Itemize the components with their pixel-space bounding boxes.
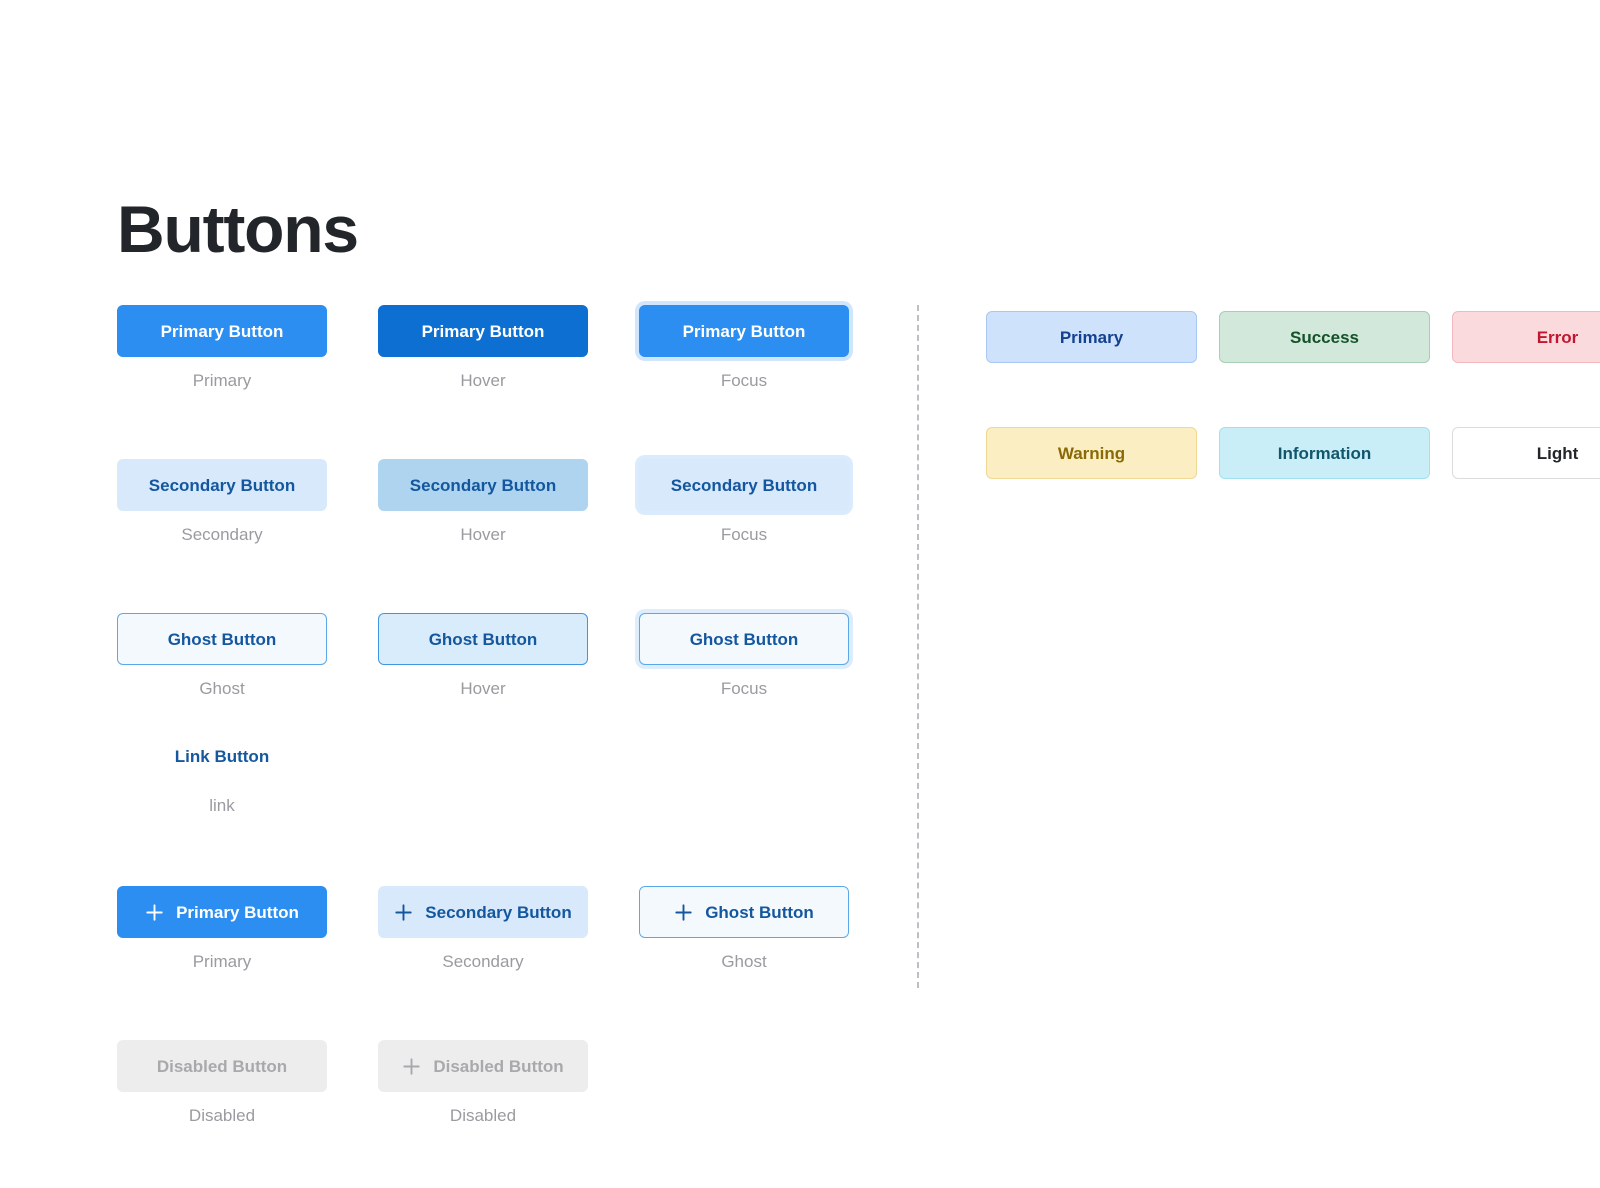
row-spacer xyxy=(117,389,907,459)
button-row-link: Link Button link xyxy=(117,730,907,815)
plus-icon xyxy=(394,903,413,922)
button-cell: Primary Button Hover xyxy=(378,305,588,389)
button-label: Ghost Button xyxy=(428,629,538,649)
button-cell: Secondary Button Hover xyxy=(378,459,588,543)
button-label: Primary Button xyxy=(160,321,284,341)
button-label: Primary Button xyxy=(682,321,806,341)
row-spacer xyxy=(117,814,907,886)
button-row-ghost-states: Ghost Button Ghost Ghost Button Hover Gh… xyxy=(117,613,907,697)
button-label: Ghost Button xyxy=(705,902,814,922)
button-cell: Ghost Button Ghost xyxy=(639,886,849,970)
primary-button-with-icon[interactable]: Primary Button xyxy=(117,886,327,938)
button-label: Primary Button xyxy=(176,902,299,922)
status-badge-label: Success xyxy=(1290,327,1359,347)
button-label: Ghost Button xyxy=(167,629,277,649)
status-badge-row: Primary Success Error xyxy=(986,311,1600,363)
button-cell: Primary Button Primary xyxy=(117,886,327,970)
button-caption: Hover xyxy=(460,679,506,698)
button-caption: Focus xyxy=(720,371,768,390)
primary-button-focus[interactable]: Primary Button xyxy=(639,305,849,357)
status-badge-success[interactable]: Success xyxy=(1219,311,1430,363)
ghost-button-hover[interactable]: Ghost Button xyxy=(378,613,588,665)
button-cell: Secondary Button Secondary xyxy=(378,886,588,970)
button-caption: Focus xyxy=(720,525,768,544)
status-badge-information[interactable]: Information xyxy=(1219,427,1430,479)
button-caption: Focus xyxy=(720,679,768,698)
button-row-icon-buttons: Primary Button Primary Secondary Button … xyxy=(117,886,907,970)
button-cell: Link Button link xyxy=(117,730,327,815)
plus-icon xyxy=(145,903,164,922)
button-cell: Secondary Button Secondary xyxy=(117,459,327,543)
button-caption: Disabled xyxy=(188,1106,256,1125)
ghost-button-default[interactable]: Ghost Button xyxy=(117,613,327,665)
status-badge-primary[interactable]: Primary xyxy=(986,311,1197,363)
status-badge-label: Error xyxy=(1536,327,1579,347)
status-badge-row: Warning Information Light xyxy=(986,427,1600,479)
row-spacer xyxy=(117,697,907,730)
button-caption: Primary xyxy=(192,952,252,971)
button-caption: Secondary xyxy=(442,952,524,971)
primary-button-hover[interactable]: Primary Button xyxy=(378,305,588,357)
status-badge-label: Light xyxy=(1536,443,1579,463)
status-badge-label: Warning xyxy=(1057,443,1126,463)
button-cell: Disabled Button Disabled xyxy=(378,1040,588,1124)
status-badge-light[interactable]: Light xyxy=(1452,427,1600,479)
button-cell: Secondary Button Focus xyxy=(639,459,849,543)
button-caption: Primary xyxy=(192,371,252,390)
button-label: Disabled Button xyxy=(433,1056,564,1076)
status-badge-label: Primary xyxy=(1059,327,1124,347)
button-label: Disabled Button xyxy=(156,1056,288,1076)
buttons-style-guide-page: Buttons Primary Button Primary Primary B… xyxy=(0,0,1600,1188)
button-label: Primary Button xyxy=(421,321,545,341)
link-button[interactable]: Link Button xyxy=(117,730,327,782)
button-caption: Secondary xyxy=(181,525,263,544)
button-caption: Disabled xyxy=(449,1106,517,1125)
disabled-button-with-icon: Disabled Button xyxy=(378,1040,588,1092)
button-label: Link Button xyxy=(174,746,270,766)
button-caption: Ghost xyxy=(721,952,767,971)
ghost-button-focus[interactable]: Ghost Button xyxy=(639,613,849,665)
button-cell: Primary Button Primary xyxy=(117,305,327,389)
button-label: Secondary Button xyxy=(670,475,818,495)
button-label: Secondary Button xyxy=(148,475,296,495)
button-row-secondary-states: Secondary Button Secondary Secondary But… xyxy=(117,459,907,543)
button-caption: Ghost xyxy=(199,679,245,698)
row-spacer xyxy=(117,970,907,1040)
button-cell: Disabled Button Disabled xyxy=(117,1040,327,1124)
button-row-primary-states: Primary Button Primary Primary Button Ho… xyxy=(117,305,907,389)
button-label: Secondary Button xyxy=(425,902,572,922)
secondary-button-hover[interactable]: Secondary Button xyxy=(378,459,588,511)
vertical-dashed-divider xyxy=(917,305,919,988)
plus-icon xyxy=(402,1057,421,1076)
status-badge-error[interactable]: Error xyxy=(1452,311,1600,363)
plus-icon xyxy=(674,903,693,922)
page-title: Buttons xyxy=(117,192,359,267)
secondary-button-default[interactable]: Secondary Button xyxy=(117,459,327,511)
status-badges-pane: Primary Success Error Warning Informatio… xyxy=(986,311,1600,479)
secondary-button-focus[interactable]: Secondary Button xyxy=(639,459,849,511)
button-caption: Hover xyxy=(460,525,506,544)
secondary-button-with-icon[interactable]: Secondary Button xyxy=(378,886,588,938)
button-cell: Ghost Button Hover xyxy=(378,613,588,697)
row-spacer xyxy=(117,543,907,613)
disabled-button: Disabled Button xyxy=(117,1040,327,1092)
status-badge-warning[interactable]: Warning xyxy=(986,427,1197,479)
button-caption: Hover xyxy=(460,371,506,390)
primary-button-default[interactable]: Primary Button xyxy=(117,305,327,357)
button-label: Secondary Button xyxy=(409,475,557,495)
button-cell: Ghost Button Focus xyxy=(639,613,849,697)
button-row-disabled: Disabled Button Disabled Disabled Button… xyxy=(117,1040,907,1124)
button-variants-pane: Primary Button Primary Primary Button Ho… xyxy=(117,305,907,1124)
button-caption: link xyxy=(209,796,235,815)
button-label: Ghost Button xyxy=(689,629,799,649)
status-badge-label: Information xyxy=(1277,443,1372,463)
button-cell: Ghost Button Ghost xyxy=(117,613,327,697)
button-cell: Primary Button Focus xyxy=(639,305,849,389)
ghost-button-with-icon[interactable]: Ghost Button xyxy=(639,886,849,938)
